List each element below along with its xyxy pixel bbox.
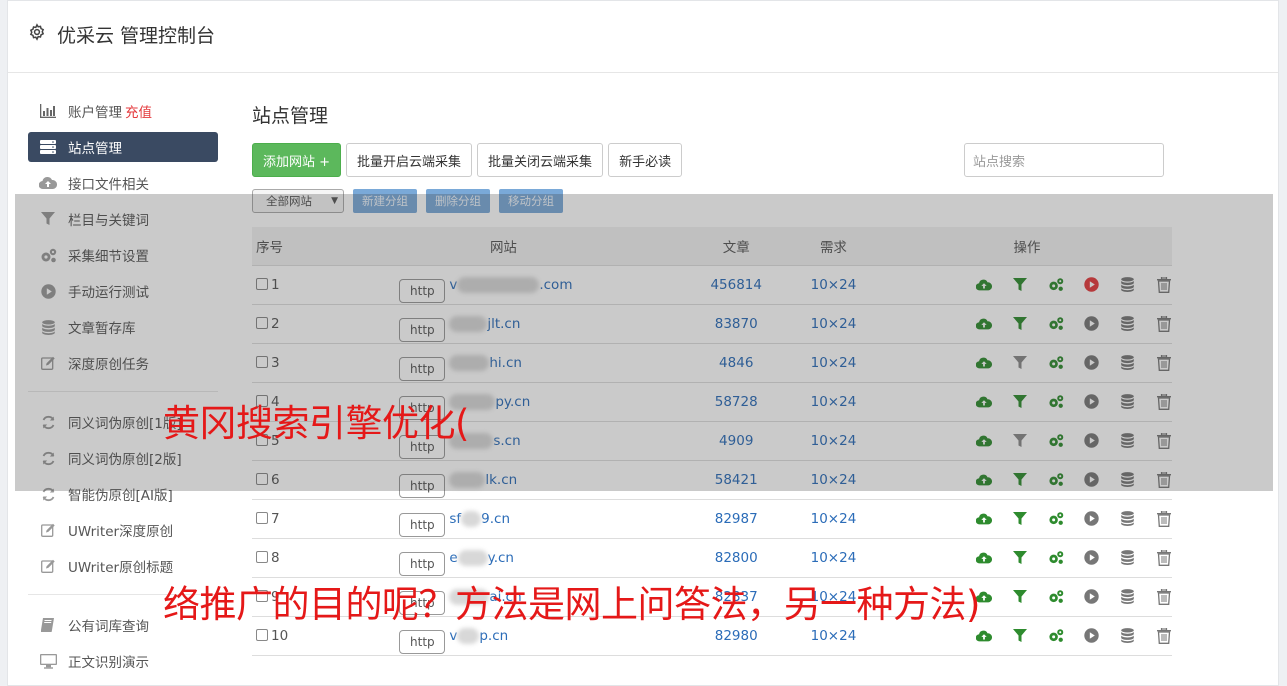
filter-icon[interactable] (1012, 628, 1028, 644)
play-icon[interactable] (1084, 511, 1100, 527)
main-content: 站点管理 添加网站 + 批量开启云端采集 批量关闭云端采集 新手必读 站点搜索 … (252, 101, 1172, 656)
row-demand[interactable]: 10×24 (784, 538, 882, 578)
edit-icon (39, 557, 57, 575)
row-ops (881, 538, 1172, 578)
play-icon[interactable] (1084, 628, 1100, 644)
book-icon (39, 616, 57, 634)
filter-icon[interactable] (1012, 589, 1028, 605)
sidebar-item-items-1[interactable]: 站点管理 (28, 132, 218, 162)
database-icon[interactable] (1120, 511, 1136, 527)
trash-icon[interactable] (1156, 627, 1172, 644)
gears-icon[interactable] (1048, 628, 1064, 644)
domain-suffix: y.cn (487, 549, 514, 566)
row-site: http sf 9.cn (319, 499, 688, 539)
gears-icon[interactable] (1048, 511, 1064, 527)
database-icon[interactable] (1120, 628, 1136, 644)
site-domain-link[interactable]: sf 9.cn (449, 510, 510, 527)
sidebar-item-label: 账户管理 (68, 105, 122, 121)
table-row: 7 http sf 9.cn 82987 10×24 (252, 499, 1172, 539)
sidebar-item-label: 正文识别演示 (68, 655, 149, 671)
site-domain-link[interactable]: v p.cn (449, 627, 509, 644)
redacted-blur (457, 549, 488, 566)
play-icon[interactable] (1084, 589, 1100, 605)
domain-suffix: p.cn (479, 627, 509, 644)
row-seq-number: 8 (271, 549, 280, 566)
guide-button[interactable]: 新手必读 (608, 143, 683, 177)
sidebar-item-items2-3[interactable]: UWriter深度原创 (28, 512, 218, 548)
overlay-text-1: 黄冈搜索引擎优化( (163, 402, 469, 445)
row-site: http e y.cn (319, 538, 688, 578)
protocol-badge[interactable]: http (399, 551, 446, 576)
database-icon[interactable] (1120, 589, 1136, 605)
row-checkbox[interactable] (256, 628, 268, 641)
sidebar-item-label: 接口文件相关 (68, 177, 149, 193)
protocol-badge[interactable]: http (399, 629, 446, 654)
cloud-upload-icon[interactable] (975, 511, 992, 527)
header: 优采云 管理控制台 (8, 1, 1278, 73)
console-title: 优采云 管理控制台 (57, 25, 216, 47)
gears-icon[interactable] (1048, 589, 1064, 605)
server-icon (39, 138, 57, 156)
toolbar: 添加网站 + 批量开启云端采集 批量关闭云端采集 新手必读 (252, 143, 683, 177)
trash-icon[interactable] (1156, 588, 1172, 605)
sidebar-item-label: 站点管理 (68, 141, 122, 157)
bar-chart-icon (39, 102, 57, 120)
row-demand[interactable]: 10×24 (784, 499, 882, 539)
row-seq: 8 (252, 538, 320, 578)
redacted-blur (457, 627, 480, 644)
domain-prefix: e (449, 549, 458, 566)
gear-icon[interactable] (28, 23, 46, 41)
protocol-badge[interactable]: http (399, 512, 446, 537)
row-articles[interactable]: 82800 (687, 538, 785, 578)
trash-icon[interactable] (1156, 510, 1172, 527)
redacted-blur (461, 510, 482, 527)
sidebar-item-label: UWriter深度原创 (68, 524, 174, 540)
row-seq: 7 (252, 499, 320, 539)
domain-prefix: v (449, 627, 458, 644)
site-search-input[interactable]: 站点搜索 (964, 143, 1164, 177)
batch-disable-button[interactable]: 批量关闭云端采集 (477, 143, 604, 177)
row-articles[interactable]: 82987 (687, 499, 785, 539)
row-seq-number: 10 (271, 627, 289, 644)
filter-icon[interactable] (1012, 511, 1028, 527)
row-seq-number: 7 (271, 510, 280, 527)
sidebar-item-label: 公有词库查询 (68, 619, 149, 635)
page-title: 站点管理 (252, 105, 329, 127)
sidebar-item-items3-1[interactable]: 正文识别演示 (28, 643, 218, 679)
domain-suffix: 9.cn (481, 510, 510, 527)
trash-icon[interactable] (1156, 549, 1172, 566)
table-row: 8 http e y.cn 82800 10×24 (252, 538, 1172, 578)
site-domain-link[interactable]: e y.cn (449, 549, 514, 566)
play-icon[interactable] (1084, 550, 1100, 566)
overlay-text-2: 络推广的目的呢？方法是网上问答法，另一种方法) (163, 583, 980, 626)
filter-icon[interactable] (1012, 550, 1028, 566)
monitor-icon (39, 652, 57, 670)
cloud-upload-icon[interactable] (975, 550, 992, 566)
gears-icon[interactable] (1048, 550, 1064, 566)
sidebar-item-label: UWriter原创标题 (68, 560, 174, 576)
cloud-upload-icon (39, 174, 57, 192)
domain-prefix: sf (449, 510, 462, 527)
sidebar-item-items-0[interactable]: 账户管理 充值 (28, 93, 218, 129)
add-site-button[interactable]: 添加网站 + (252, 143, 342, 177)
row-checkbox[interactable] (256, 550, 268, 563)
recharge-link[interactable]: 充值 (125, 101, 152, 121)
edit-icon (39, 521, 57, 539)
batch-enable-button[interactable]: 批量开启云端采集 (346, 143, 473, 177)
row-checkbox[interactable] (256, 511, 268, 524)
row-ops (881, 499, 1172, 539)
cloud-upload-icon[interactable] (975, 628, 992, 644)
database-icon[interactable] (1120, 550, 1136, 566)
